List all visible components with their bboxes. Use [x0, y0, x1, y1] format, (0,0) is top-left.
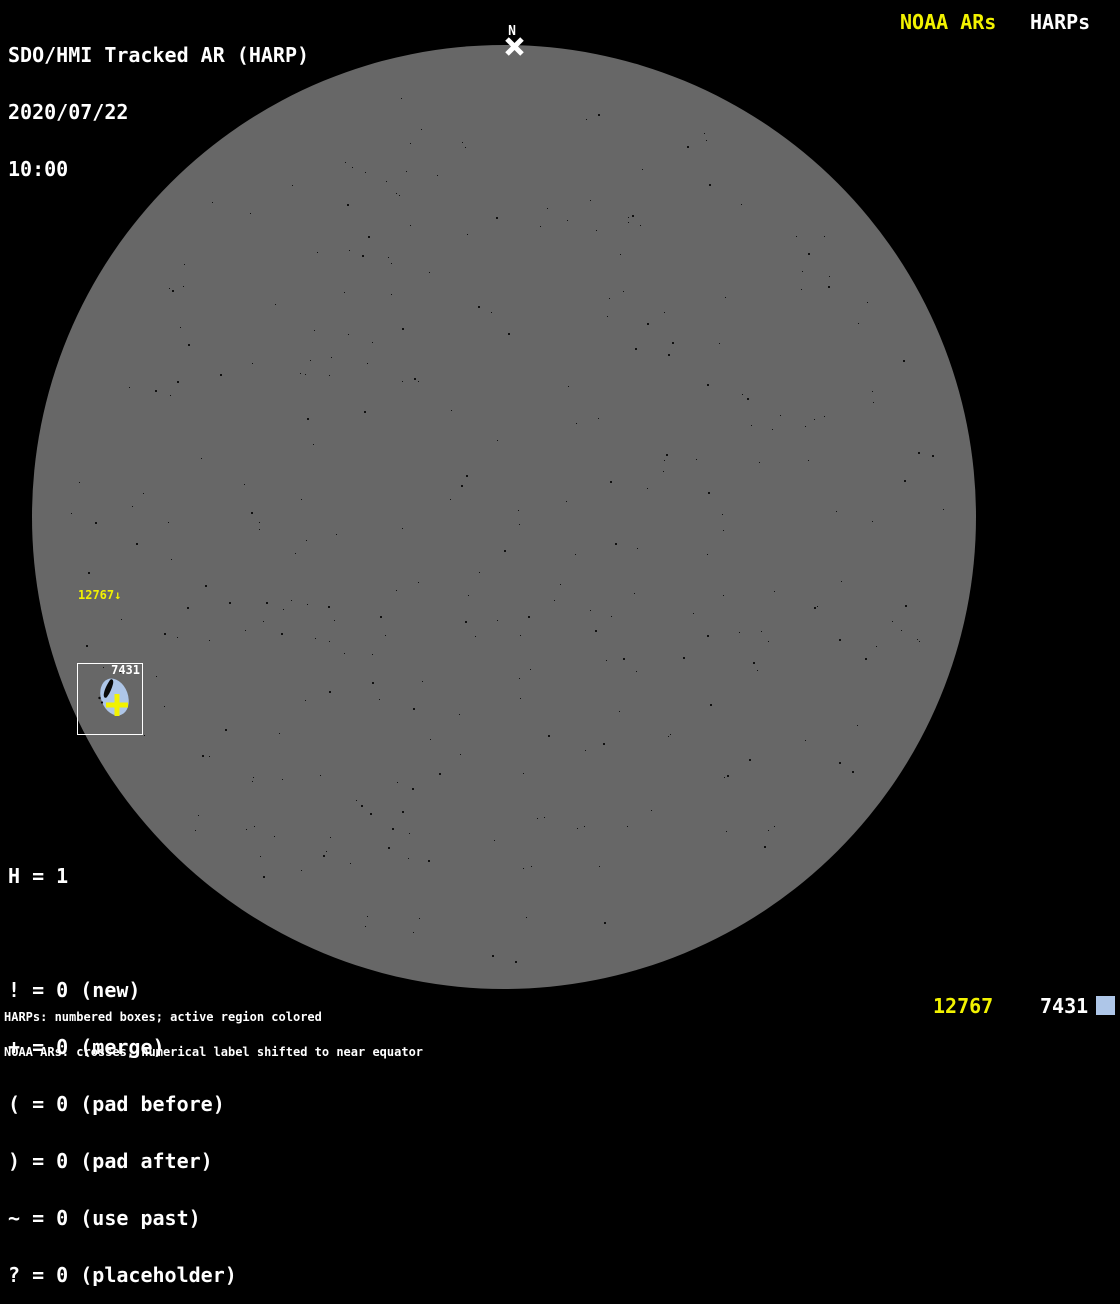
harp-box-number: 7431	[111, 663, 140, 677]
flag-line-use-past: ~ = 0 (use past)	[8, 1206, 201, 1230]
noaa-ars-legend-label: NOAA ARs	[900, 10, 997, 34]
harps-note: HARPs: numbered boxes; active region col…	[4, 1010, 322, 1024]
north-cross-icon	[505, 37, 524, 56]
footer-noaa-number: 12767	[933, 994, 994, 1018]
flag-line-placeholder: ? = 0 (placeholder)	[8, 1263, 237, 1287]
time-label: 10:00	[8, 157, 69, 181]
harp-tracker-screen: { "title_block": { "title": "SDO/HMI Tra…	[0, 0, 1120, 1285]
footer-harp-number: 7431	[1040, 994, 1089, 1018]
page-title: SDO/HMI Tracked AR (HARP)	[8, 43, 310, 67]
flag-line-pad-after: ) = 0 (pad after)	[8, 1149, 213, 1173]
flag-line-pad-before: ( = 0 (pad before)	[8, 1092, 225, 1116]
footer-notes: HARPs: numbered boxes; active region col…	[4, 989, 423, 1070]
title-block: SDO/HMI Tracked AR (HARP) 2020/07/22 10:…	[8, 8, 309, 198]
noaa-cross-icon	[106, 694, 128, 716]
harp-box: 7431	[77, 663, 143, 735]
harp-color-swatch	[1096, 996, 1115, 1015]
date-label: 2020/07/22	[8, 100, 129, 124]
noaa-ar-number-label: 12767↓	[78, 588, 122, 602]
legend-gap	[8, 924, 237, 943]
harps-legend-label: HARPs	[1030, 10, 1091, 34]
harp-count-line: H = 1	[8, 864, 69, 888]
noaa-note: NOAA ARs: crosses; numerical label shift…	[4, 1044, 424, 1059]
